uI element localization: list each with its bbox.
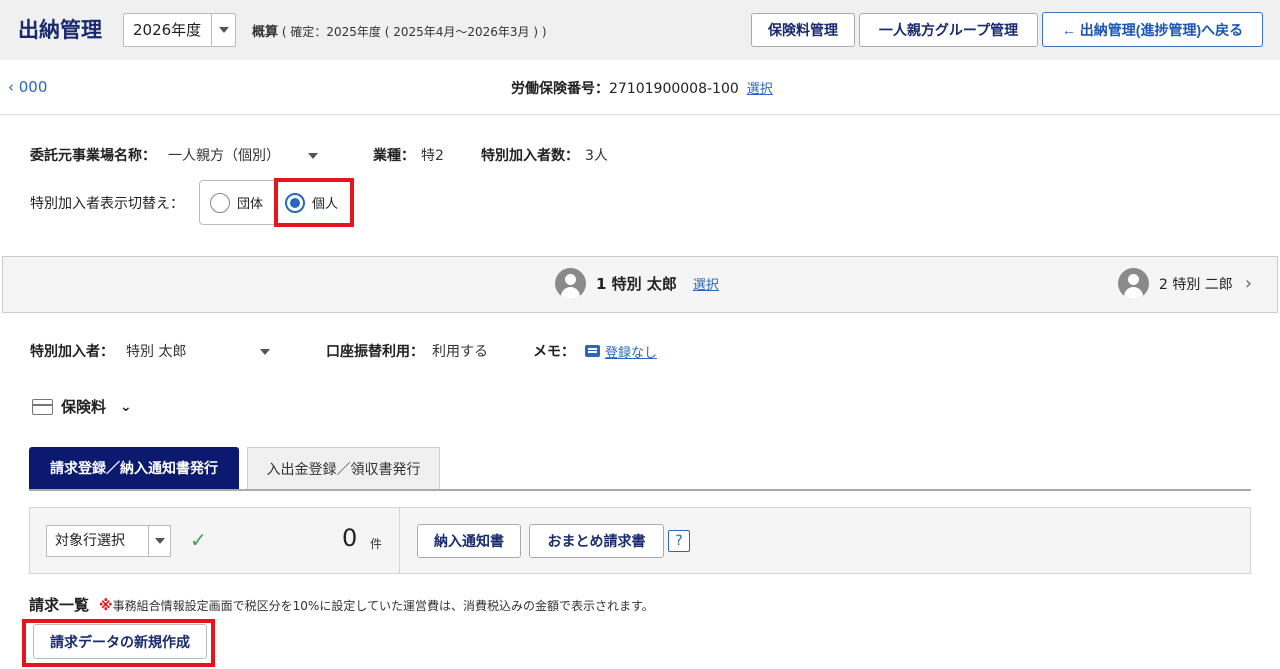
fiscal-year-value: 2026年度 xyxy=(133,21,202,39)
avatar-icon xyxy=(555,268,586,299)
labor-insurance-number: 労働保険番号：27101900008-100 選択 xyxy=(511,78,773,98)
toggle-option-label: 個人 xyxy=(312,197,339,212)
breadcrumb-back-link[interactable]: ‹ 000 xyxy=(8,78,47,96)
radio-selected-icon[interactable] xyxy=(285,192,305,213)
labor-insurance-label: 労働保険番号： xyxy=(511,81,609,97)
member-navigator: 1 特別 太郎 選択 2 特別 二郎 › xyxy=(2,256,1278,313)
member-label: 特別加入者： xyxy=(30,344,114,360)
panel-divider xyxy=(399,508,400,573)
toggle-option-label: 団体 xyxy=(237,197,264,212)
display-toggle-label: 特別加入者表示切替え： xyxy=(30,196,184,212)
chevron-down-icon[interactable]: ⌄ xyxy=(120,399,132,415)
memo-link[interactable]: 登録なし xyxy=(605,342,657,361)
check-icon: ✓ xyxy=(190,528,207,552)
gyoshu-value: 特2 xyxy=(421,148,444,164)
gaisan-info: 概算 ( 確定：2025年度 ( 2025年4月～2026年3月 ) ) xyxy=(252,21,547,40)
labor-insurance-value: 27101900008-100 xyxy=(609,81,739,97)
member-field: 特別加入者： 特別 太郎 xyxy=(30,341,271,361)
member-count-label: 特別加入者数： xyxy=(481,148,579,164)
current-member: 1 特別 太郎 選択 xyxy=(555,268,719,299)
current-member-name: 1 特別 太郎 xyxy=(596,275,677,293)
note-text: 事務組合情報設定画面で税区分を10%に設定していた運営費は、消費税込みの金額で表… xyxy=(112,599,654,613)
koza-value: 利用する xyxy=(432,344,488,360)
comment-icon xyxy=(585,345,600,357)
section-title: 保険料 xyxy=(61,398,107,416)
next-member-name: 2 特別 二郎 xyxy=(1159,276,1233,293)
gaisan-detail: ( 確定：2025年度 ( 2025年4月～2026年3月 ) ) xyxy=(281,25,547,39)
toggle-option-dantai[interactable]: 団体 xyxy=(200,181,275,224)
app-title: 出納管理 xyxy=(18,18,102,42)
divider xyxy=(0,114,1280,115)
insurance-management-button[interactable]: 保険料管理 xyxy=(751,13,855,47)
group-management-button[interactable]: 一人親方グループ管理 xyxy=(859,13,1038,47)
selected-count-unit: 件 xyxy=(370,537,383,551)
tax-note: ※事務組合情報設定画面で税区分を10%に設定していた運営費は、消費税込みの金額で… xyxy=(99,597,654,614)
combined-invoice-button[interactable]: おまとめ請求書 xyxy=(529,524,664,558)
chevron-down-icon[interactable] xyxy=(260,343,271,359)
itaku-field: 委託元事業場名称： 一人親方（個別） xyxy=(30,145,318,165)
chevron-down-icon[interactable] xyxy=(308,147,318,163)
row-select-value: 対象行選択 xyxy=(55,533,125,549)
koza-field: 口座振替利用： 利用する xyxy=(326,341,488,361)
payment-notice-button[interactable]: 納入通知書 xyxy=(417,524,521,558)
top-bar: 出納管理 2026年度 概算 ( 確定：2025年度 ( 2025年4月～202… xyxy=(0,0,1280,60)
itaku-select[interactable]: 一人親方（個別） xyxy=(168,145,280,165)
itaku-label: 委託元事業場名称： xyxy=(30,148,156,164)
toggle-option-kojin[interactable]: 個人 xyxy=(275,181,350,224)
chevron-down-icon[interactable] xyxy=(148,526,170,556)
tab-underline xyxy=(29,489,1251,491)
display-toggle: 団体 個人 xyxy=(199,180,351,225)
selected-count: 0 xyxy=(342,524,358,552)
back-to-progress-button[interactable]: ← 出納管理(進捗管理)へ戻る xyxy=(1042,12,1263,47)
tab-payments[interactable]: 入出金登録／領収書発行 xyxy=(247,447,440,489)
avatar-icon xyxy=(1118,268,1149,299)
billing-list-header: 請求一覧 ※事務組合情報設定画面で税区分を10%に設定していた運営費は、消費税込… xyxy=(29,594,654,615)
labor-insurance-select-link[interactable]: 選択 xyxy=(747,82,773,97)
member-count-field: 特別加入者数： 3人 xyxy=(481,145,608,165)
tab-billing[interactable]: 請求登録／納入通知書発行 xyxy=(29,447,239,489)
gyoshu-label: 業種： xyxy=(373,148,415,164)
memo-field: メモ： 登録なし xyxy=(533,341,657,361)
create-billing-button[interactable]: 請求データの新規作成 xyxy=(33,624,207,659)
chevron-right-icon[interactable]: › xyxy=(1245,273,1252,294)
note-mark: ※ xyxy=(99,598,113,614)
billing-list-title: 請求一覧 xyxy=(29,596,90,614)
member-count-value: 3人 xyxy=(585,148,608,164)
action-panel: 対象行選択 ✓ 0 件 納入通知書 おまとめ請求書 ? xyxy=(29,507,1251,574)
radio-icon[interactable] xyxy=(210,192,230,213)
memo-label: メモ： xyxy=(533,344,575,360)
credit-card-icon xyxy=(32,398,53,415)
row-select-dropdown[interactable]: 対象行選択 xyxy=(46,525,171,557)
gaisan-label: 概算 xyxy=(252,25,279,40)
chevron-down-icon[interactable] xyxy=(211,14,235,46)
next-member-button[interactable]: 2 特別 二郎 › xyxy=(1118,268,1252,299)
help-icon[interactable]: ? xyxy=(668,530,690,552)
member-select[interactable]: 特別 太郎 xyxy=(126,341,186,361)
member-select-link[interactable]: 選択 xyxy=(693,274,719,293)
insurance-section-toggle[interactable]: 保険料 ⌄ xyxy=(32,396,132,417)
koza-label: 口座振替利用： xyxy=(326,344,424,360)
fiscal-year-select[interactable]: 2026年度 xyxy=(123,13,236,47)
gyoshu-field: 業種： 特2 xyxy=(373,145,444,165)
